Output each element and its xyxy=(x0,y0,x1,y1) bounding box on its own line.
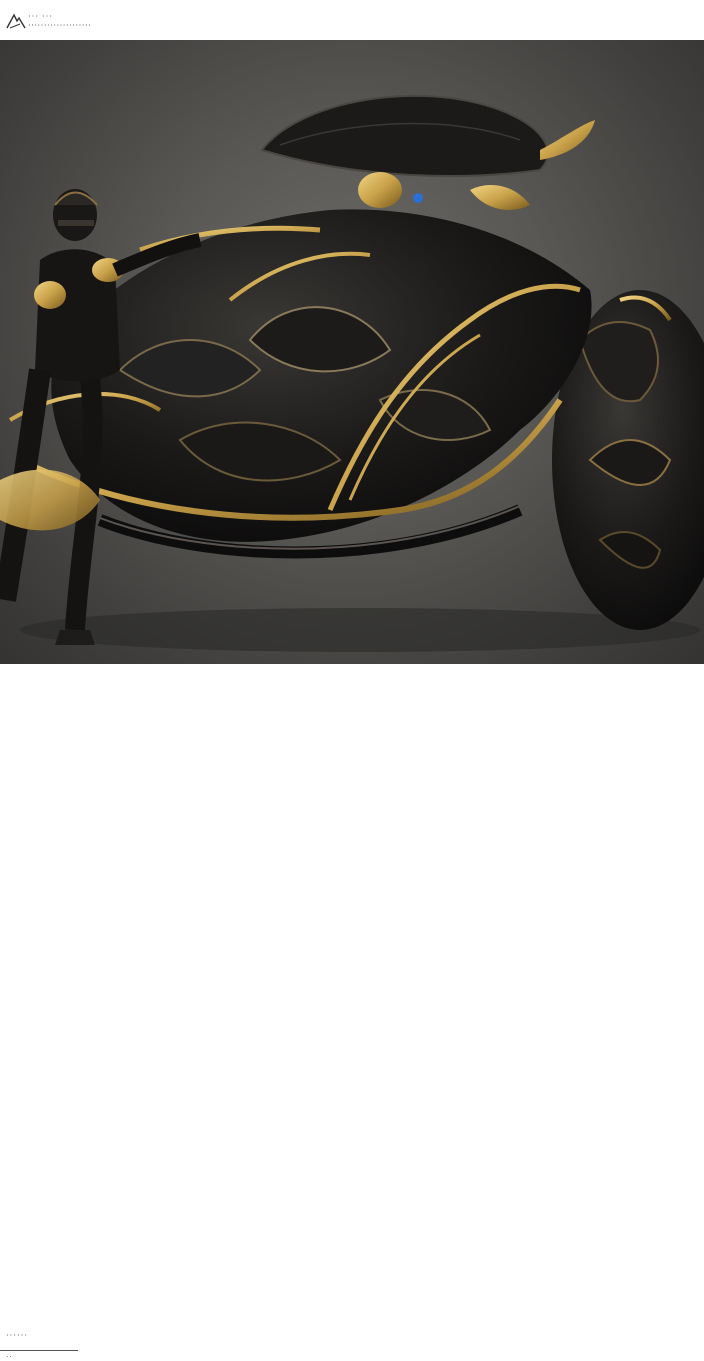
mountain-logo-icon xyxy=(6,13,26,29)
header-strip: ··· ··· ···················· xyxy=(0,0,704,40)
floor-shadow xyxy=(20,608,700,652)
caption-divider xyxy=(0,1350,78,1351)
sculpture-photo xyxy=(0,40,704,664)
ornate-fairing xyxy=(260,94,595,210)
logo-text-bottom: ···················· xyxy=(28,21,92,30)
footer-strip: ······ ·· xyxy=(0,664,704,1361)
caption-subtext: ·· xyxy=(6,1353,13,1361)
logo-text-top: ··· ··· xyxy=(28,12,53,21)
caption-text: ······ xyxy=(6,1331,28,1340)
ornate-motorcycle-sculpture-image xyxy=(0,94,704,652)
